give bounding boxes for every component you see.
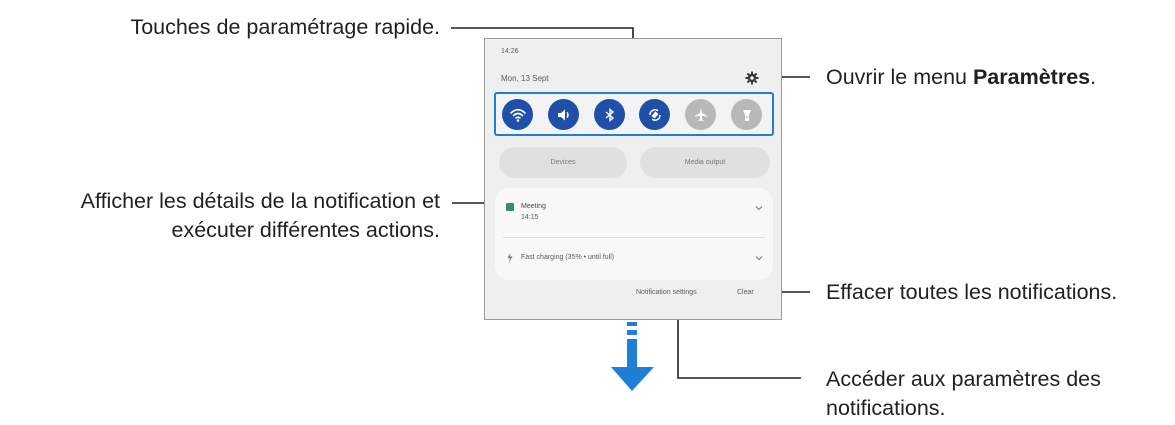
callout-clear-all: Effacer toutes les notifications.	[826, 280, 1118, 304]
sound-toggle[interactable]	[548, 99, 579, 130]
sound-icon	[557, 109, 569, 120]
airplane-icon	[694, 107, 707, 121]
notification-title: Meeting	[521, 203, 546, 210]
callout-notification-settings: Accéder aux paramètres des notifications…	[826, 367, 1101, 420]
callout-quick-settings: Touches de paramétrage rapide.	[130, 15, 440, 39]
swipe-down-arrow	[611, 322, 654, 391]
charging-icon	[507, 253, 513, 262]
callout-open-settings: Ouvrir le menu Paramètres.	[826, 65, 1097, 89]
notification-subtitle: 14:15	[521, 214, 539, 221]
notification-card: Meeting 14:15 Fast charging (35% • until…	[495, 188, 773, 280]
auto-rotate-toggle[interactable]	[639, 99, 670, 130]
airplane-toggle[interactable]	[685, 99, 716, 130]
notification-title: Fast charging (35% • until full)	[521, 254, 615, 261]
chevron-down-icon[interactable]	[755, 204, 763, 212]
notification-item[interactable]: Meeting 14:15	[495, 188, 773, 237]
media-output-button[interactable]: Media output	[640, 147, 770, 178]
calendar-app-icon	[506, 203, 514, 211]
gear-icon[interactable]	[745, 71, 759, 85]
auto-rotate-icon	[648, 108, 661, 121]
date-label: Mon, 13 Sept	[501, 74, 549, 83]
wifi-toggle[interactable]	[502, 99, 533, 130]
wifi-icon	[509, 108, 526, 122]
clear-all-button[interactable]: Clear	[737, 288, 754, 297]
quick-settings-buttons	[494, 92, 774, 136]
flashlight-toggle[interactable]	[731, 99, 762, 130]
chevron-down-icon[interactable]	[755, 254, 763, 262]
callout-notification-details: Afficher les détails de la notification …	[80, 189, 440, 242]
devices-button[interactable]: Devices	[499, 147, 627, 178]
notification-settings-link[interactable]: Notification settings	[636, 288, 697, 297]
status-time: 14:26	[501, 48, 519, 55]
quick-panel: 14:26 Mon, 13 Sept Devices Media output …	[484, 38, 782, 320]
notification-item[interactable]: Fast charging (35% • until full)	[495, 238, 773, 280]
bluetooth-icon	[605, 107, 614, 122]
flashlight-icon	[742, 109, 751, 121]
bluetooth-toggle[interactable]	[594, 99, 625, 130]
